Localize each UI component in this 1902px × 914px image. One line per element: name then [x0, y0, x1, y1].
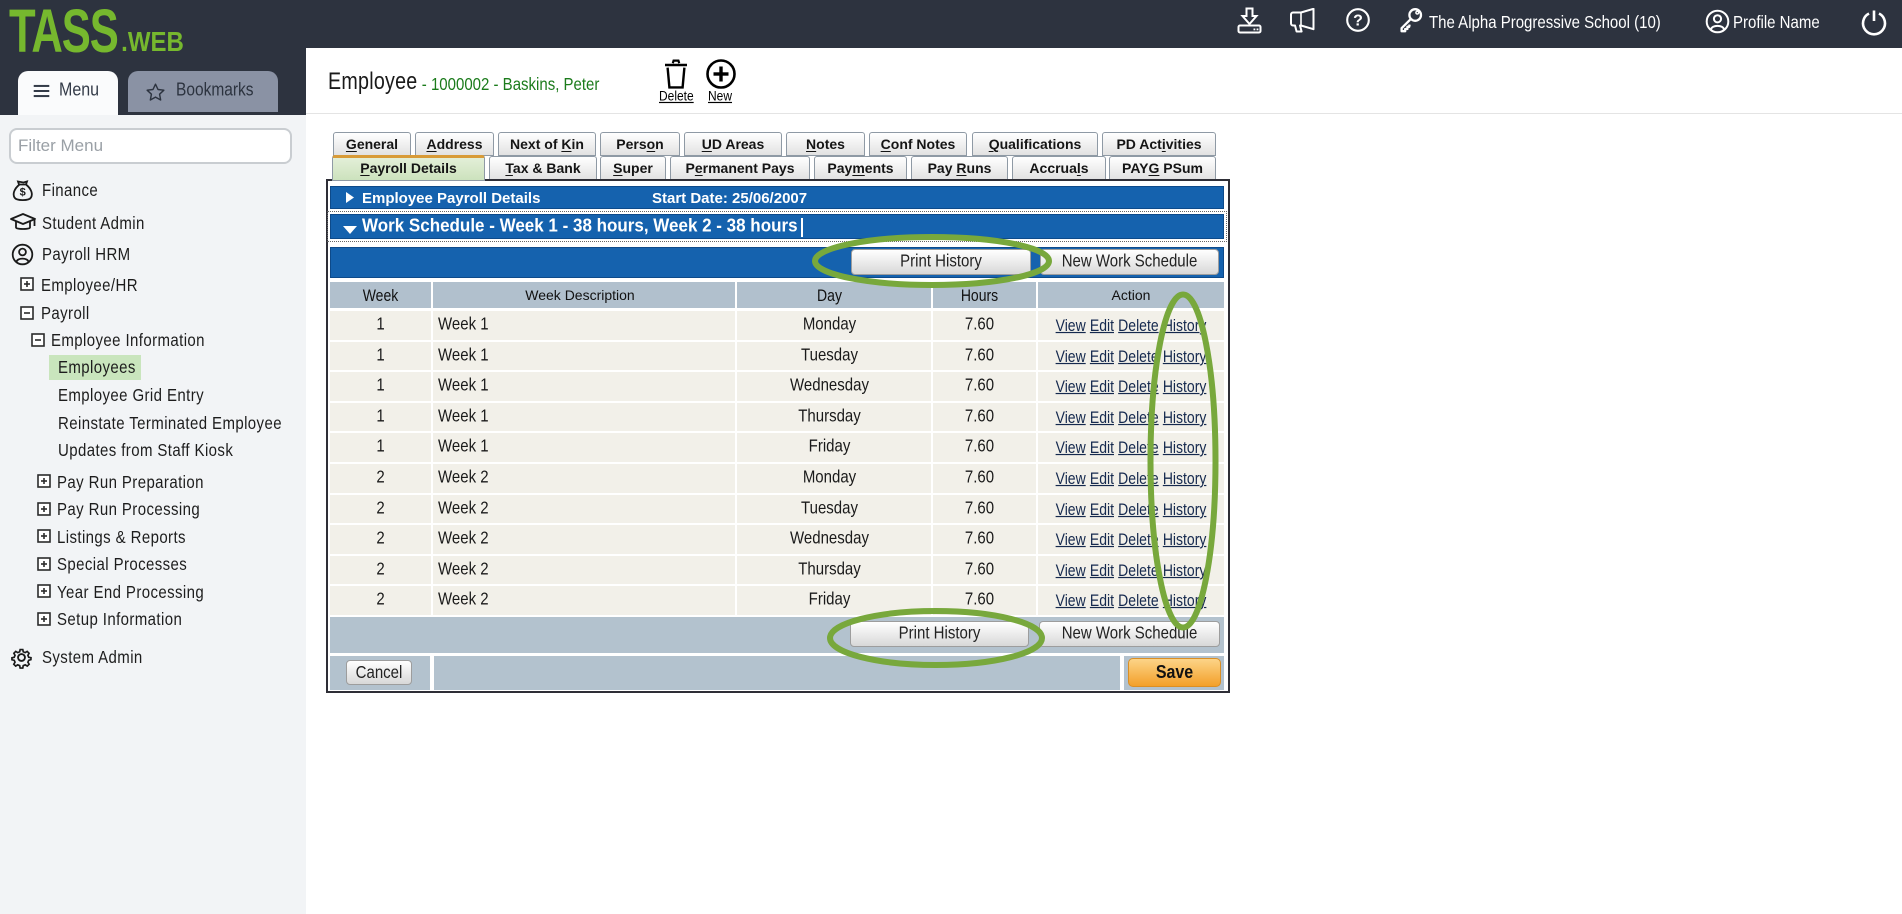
svg-text:$: $	[20, 187, 26, 199]
svg-text:?: ?	[1353, 13, 1363, 30]
